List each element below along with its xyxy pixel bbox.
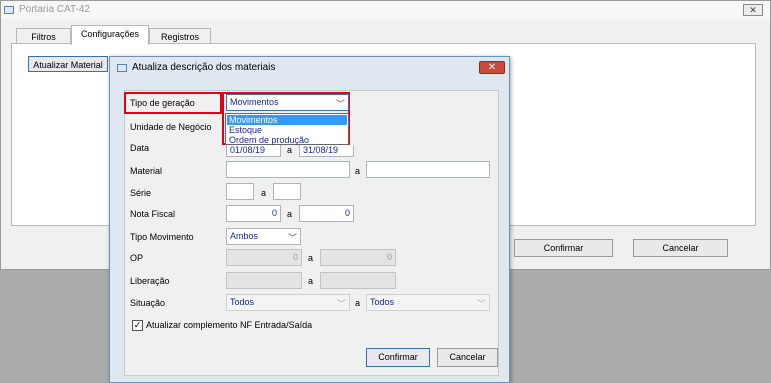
data-to-input[interactable]: 31/08/19 (299, 145, 354, 157)
situacao-sep: a (355, 298, 361, 308)
dialog-title-bar: Atualiza descrição dos materiais ✕ (110, 57, 509, 78)
op-label: OP (130, 253, 144, 263)
dialog-confirm-button[interactable]: Confirmar (366, 348, 430, 367)
update-material-button[interactable]: Atualizar Material (28, 56, 108, 72)
tipo-movimento-label: Tipo Movimento (130, 232, 194, 242)
update-nf-label: Atualizar complemento NF Entrada/Saída (146, 320, 313, 330)
serie-from-input[interactable] (226, 183, 254, 200)
data-label: Data (130, 143, 150, 153)
serie-label: Série (130, 188, 152, 198)
situacao-from-value: Todos (230, 297, 255, 307)
tipo-geracao-value: Movimentos (230, 97, 279, 107)
liberacao-to-input[interactable] (320, 272, 396, 289)
app-icon (4, 6, 14, 14)
material-sep: a (355, 166, 361, 176)
op-to-input[interactable]: 0 (320, 249, 396, 266)
material-from-input[interactable] (226, 161, 350, 178)
parent-cancel-button[interactable]: Cancelar (633, 239, 728, 257)
tab-configuracoes[interactable]: Configurações (71, 25, 149, 45)
parent-confirm-button[interactable]: Confirmar (514, 239, 613, 257)
situacao-to-select[interactable]: Todos ﹀ (366, 294, 490, 311)
tipo-movimento-select[interactable]: Ambos ﹀ (226, 228, 301, 245)
tipo-movimento-value: Ambos (230, 231, 259, 241)
situacao-from-select[interactable]: Todos ﹀ (226, 294, 350, 311)
nota-fiscal-label: Nota Fiscal (130, 209, 176, 219)
liberacao-sep: a (308, 276, 314, 286)
material-label: Material (130, 166, 163, 176)
nota-fiscal-to-input[interactable]: 0 (299, 205, 354, 222)
tipo-geracao-options: Movimentos Estoque Ordem de produção (225, 113, 349, 145)
dialog-title: Atualiza descrição dos materiais (132, 62, 276, 73)
data-sep: a (287, 145, 293, 155)
tipo-geracao-select[interactable]: Movimentos ﹀ (226, 94, 349, 111)
liberacao-label: Liberação (130, 276, 170, 286)
nota-fiscal-sep: a (287, 209, 293, 219)
parent-title: Portaria CAT-42 (19, 4, 90, 15)
op-sep: a (308, 253, 314, 263)
unidade-negocio-label: Unidade de Negócio (130, 122, 212, 132)
tipo-geracao-label: Tipo de geração (130, 98, 195, 108)
chevron-down-icon: ﹀ (476, 299, 486, 309)
liberacao-from-input[interactable] (226, 272, 302, 289)
dialog-close-icon[interactable]: ✕ (479, 61, 505, 74)
chevron-down-icon: ﹀ (336, 299, 346, 309)
option-ordem-producao[interactable]: Ordem de produção (227, 135, 347, 145)
dialog-app-icon (117, 64, 127, 72)
option-movimentos[interactable]: Movimentos (227, 115, 347, 125)
close-icon[interactable]: ✕ (743, 4, 763, 16)
parent-title-bar: Portaria CAT-42 ✕ (1, 1, 770, 19)
option-estoque[interactable]: Estoque (227, 125, 347, 135)
op-from-input[interactable]: 0 (226, 249, 302, 266)
chevron-down-icon: ﹀ (335, 99, 345, 109)
data-from-input[interactable]: 01/08/19 (226, 145, 281, 157)
nota-fiscal-from-input[interactable]: 0 (226, 205, 281, 222)
situacao-to-value: Todos (370, 297, 395, 307)
chevron-down-icon: ﹀ (287, 233, 297, 243)
update-nf-checkbox[interactable]: ✓ (132, 320, 143, 331)
situacao-label: Situação (130, 298, 166, 308)
serie-to-input[interactable] (273, 183, 301, 200)
serie-sep: a (261, 188, 267, 198)
material-to-input[interactable] (366, 161, 490, 178)
dialog-cancel-button[interactable]: Cancelar (437, 348, 498, 367)
